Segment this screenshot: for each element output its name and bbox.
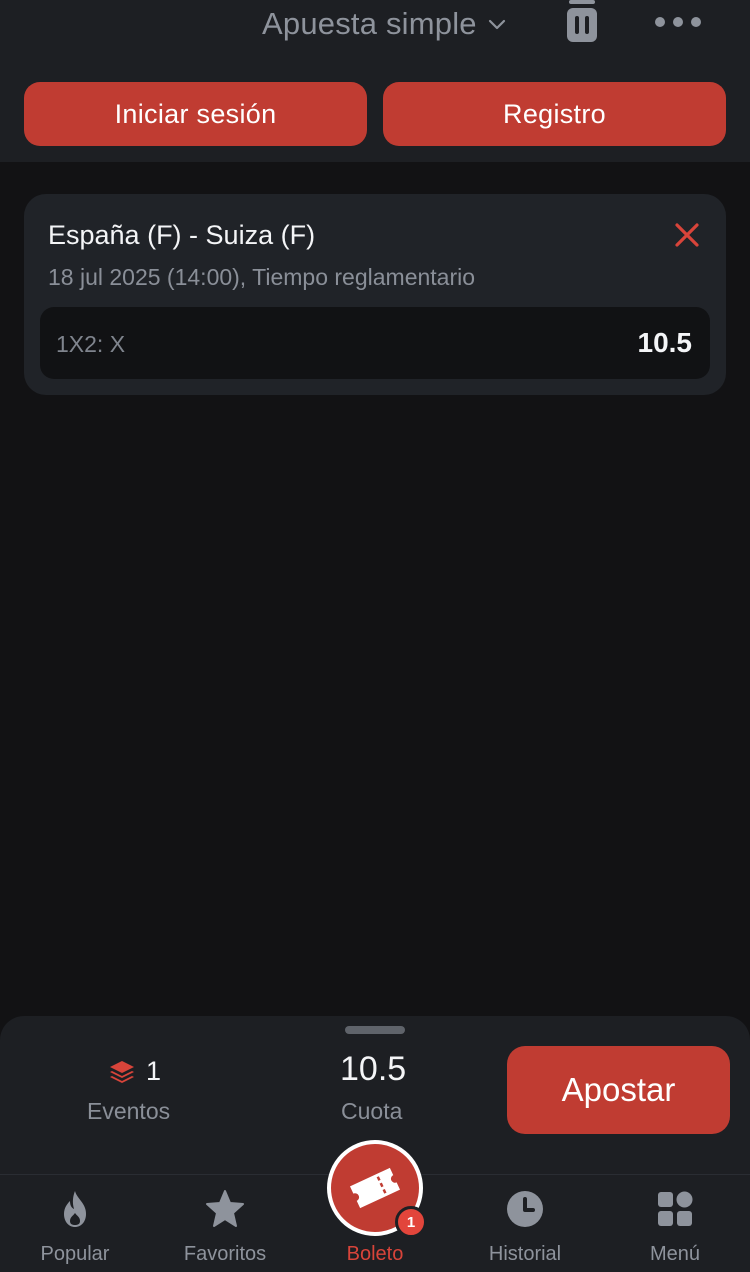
drag-handle[interactable] (345, 1026, 405, 1034)
tab-label: Menú (649, 1243, 701, 1265)
register-button[interactable]: Registro (383, 82, 726, 146)
tab-popular[interactable]: Popular (0, 1175, 150, 1272)
tab-menu[interactable]: Menú (600, 1175, 750, 1272)
trash-icon[interactable] (566, 0, 598, 44)
bet-type-label: Apuesta simple (262, 6, 477, 41)
grid-icon (658, 1191, 693, 1226)
bet-selection-card: España (F) - Suiza (F) 18 jul 2025 (14:0… (24, 194, 726, 395)
more-options-icon[interactable] (652, 14, 704, 30)
tab-favorites[interactable]: Favoritos (150, 1175, 300, 1272)
events-label: Eventos (87, 1098, 171, 1124)
header: Apuesta simple Iniciar sesión Registro (0, 0, 750, 162)
tab-label: Historial (488, 1243, 562, 1265)
place-bet-button[interactable]: Apostar (507, 1046, 730, 1134)
betslip-count-badge: 1 (395, 1206, 427, 1238)
match-datetime: 18 jul 2025 (14:00), Tiempo reglamentari… (48, 264, 476, 290)
tab-history[interactable]: Historial (450, 1175, 600, 1272)
market-label: 1X2: X (56, 331, 126, 357)
clock-icon (507, 1191, 543, 1227)
bet-type-dropdown[interactable]: Apuesta simple (262, 4, 507, 44)
total-odds-value: 10.5 (340, 1050, 407, 1088)
market-odd: 10.5 (637, 327, 693, 358)
tab-label: Popular (40, 1243, 110, 1265)
events-count: 1 (108, 1056, 161, 1087)
flame-icon (64, 1191, 86, 1227)
betslip-screen: Apuesta simple Iniciar sesión Registro E… (0, 0, 750, 1272)
star-icon (206, 1190, 244, 1227)
close-icon[interactable] (674, 222, 700, 248)
layers-icon (110, 1060, 134, 1083)
match-name: España (F) - Suiza (F) (48, 220, 316, 250)
events-count-value: 1 (146, 1056, 162, 1086)
login-button[interactable]: Iniciar sesión (24, 82, 367, 146)
ticket-icon (349, 1167, 401, 1209)
tab-label: Boleto (346, 1243, 404, 1265)
tab-label: Favoritos (183, 1243, 267, 1265)
market-selection: 1X2: X 10.5 (40, 307, 710, 379)
chevron-down-icon (488, 19, 505, 30)
total-odds-label: Cuota (341, 1098, 403, 1124)
